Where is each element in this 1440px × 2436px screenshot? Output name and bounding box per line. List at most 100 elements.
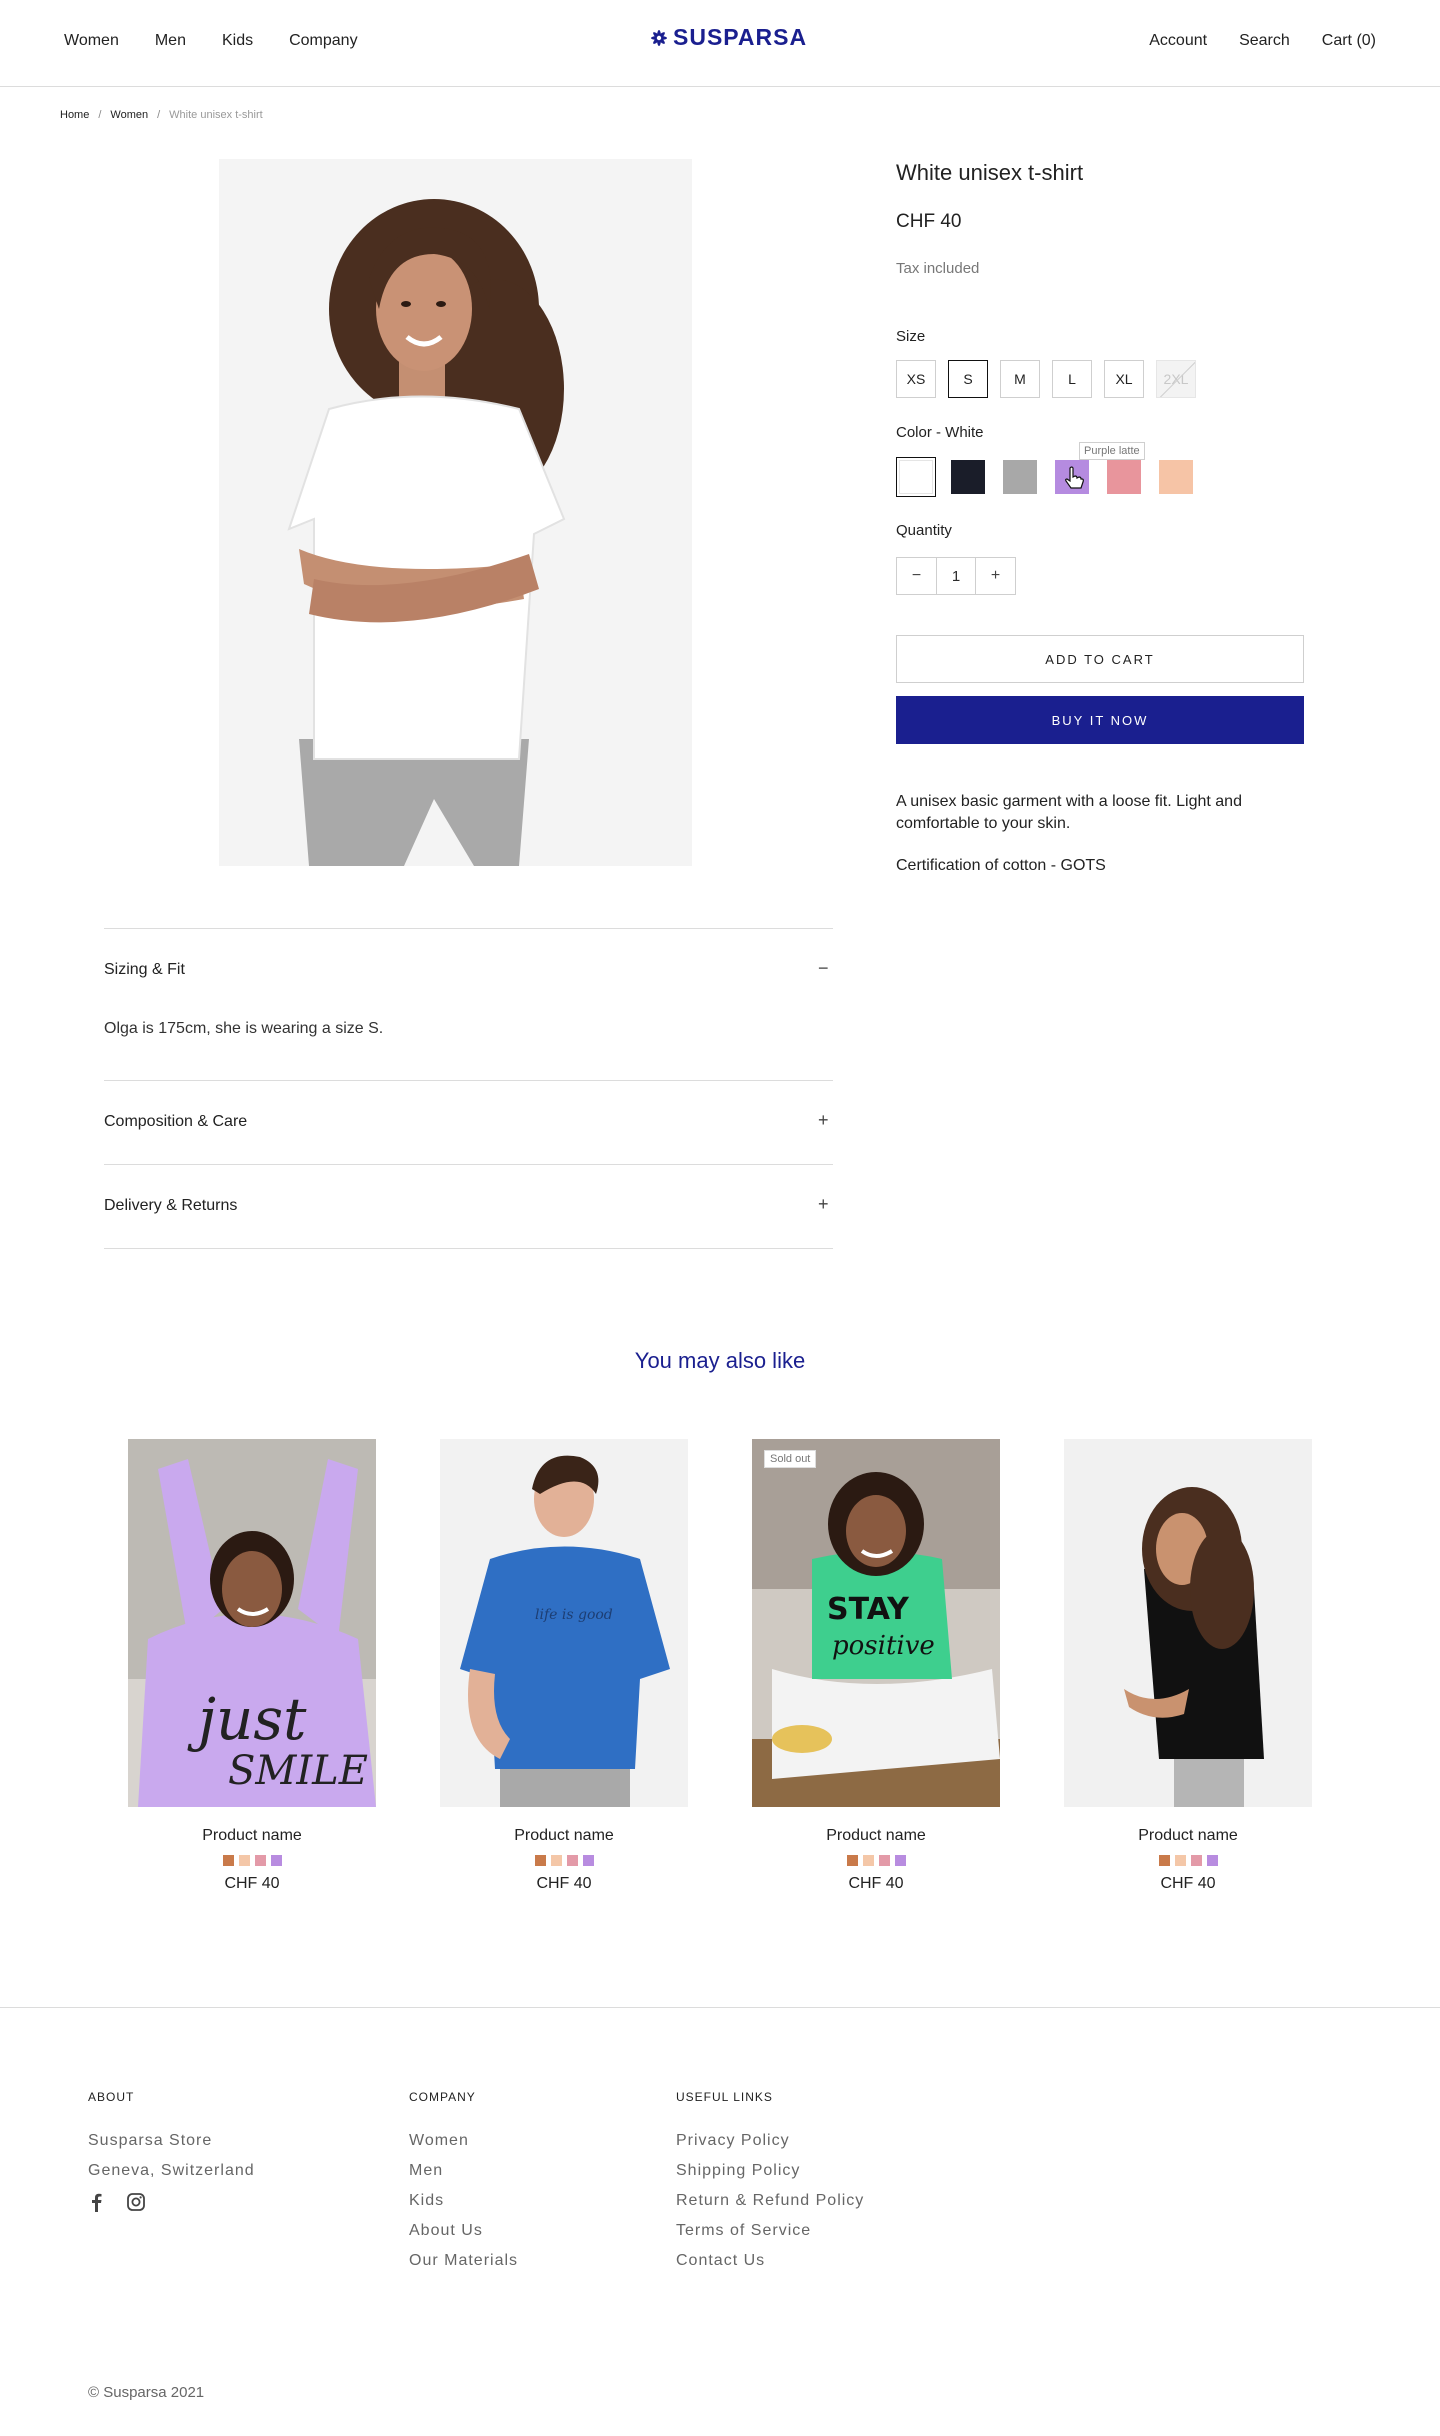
footer-divider: [0, 2007, 1440, 2008]
product-title: White unisex t-shirt: [896, 160, 1084, 185]
mini-color-swatch[interactable]: [534, 1855, 546, 1866]
color-swatch[interactable]: [1104, 457, 1144, 497]
mini-color-swatch[interactable]: [582, 1855, 594, 1866]
color-swatch[interactable]: [896, 457, 936, 497]
quantity-value[interactable]: 1: [936, 558, 976, 594]
product-card[interactable]: just SMILE Product name CHF 40: [128, 1439, 376, 1893]
cart-link[interactable]: Cart (0): [1322, 32, 1376, 50]
expand-plus-icon[interactable]: +: [818, 1194, 829, 1215]
decrease-quantity-button[interactable]: −: [897, 558, 936, 594]
color-swatch[interactable]: [948, 457, 988, 497]
mini-color-swatch[interactable]: [566, 1855, 578, 1866]
color-swatch[interactable]: [1156, 457, 1196, 497]
color-swatch-fill: [1107, 460, 1141, 494]
footer-link-contact[interactable]: Contact Us: [676, 2252, 864, 2270]
accordion-delivery-title[interactable]: Delivery & Returns: [104, 1197, 237, 1215]
mini-color-swatch[interactable]: [270, 1855, 282, 1866]
color-swatch-fill: [1003, 460, 1037, 494]
mini-color-swatch[interactable]: [1206, 1855, 1218, 1866]
product-certification: Certification of cotton - GOTS: [896, 857, 1106, 874]
facebook-icon[interactable]: [88, 2192, 104, 2212]
mini-color-swatch[interactable]: [1174, 1855, 1186, 1866]
footer-useful-heading: USEFUL LINKS: [676, 2090, 773, 2104]
product-card-name[interactable]: Product name: [1064, 1827, 1312, 1845]
svg-text:SMILE: SMILE: [228, 1748, 368, 1794]
mini-color-swatch[interactable]: [862, 1855, 874, 1866]
increase-quantity-button[interactable]: +: [976, 558, 1015, 594]
mini-color-swatch[interactable]: [846, 1855, 858, 1866]
breadcrumb-separator: /: [98, 109, 102, 121]
buy-now-button[interactable]: BUY IT NOW: [896, 696, 1304, 744]
size-option-2xl: 2XL: [1156, 360, 1196, 398]
size-option-s[interactable]: S: [948, 360, 988, 398]
product-description: A unisex basic garment with a loose fit.…: [896, 793, 1242, 832]
mini-color-swatch[interactable]: [222, 1855, 234, 1866]
product-card-image[interactable]: life is good: [440, 1439, 688, 1807]
mini-color-swatch[interactable]: [254, 1855, 266, 1866]
footer-about-heading: ABOUT: [88, 2090, 135, 2104]
product-card[interactable]: STAY positive Sold out Product name CHF …: [752, 1439, 1000, 1893]
quantity-label: Quantity: [896, 522, 952, 539]
footer-link-men[interactable]: Men: [409, 2162, 518, 2180]
color-selector: [896, 457, 1196, 497]
product-card-image[interactable]: STAY positive Sold out: [752, 1439, 1000, 1807]
footer-link-refund[interactable]: Return & Refund Policy: [676, 2192, 864, 2210]
instagram-icon[interactable]: [126, 2192, 146, 2212]
flower-logo-icon: [651, 29, 667, 46]
color-swatch-fill: [951, 460, 985, 494]
divider: [104, 1164, 833, 1165]
collapse-minus-icon[interactable]: −: [818, 958, 829, 979]
footer-link-women[interactable]: Women: [409, 2132, 518, 2150]
add-to-cart-button[interactable]: ADD TO CART: [896, 635, 1304, 683]
mini-color-swatch[interactable]: [238, 1855, 250, 1866]
svg-text:STAY: STAY: [827, 1592, 910, 1627]
brand-logo[interactable]: SUSPARSA: [648, 24, 807, 51]
mini-color-swatch[interactable]: [1158, 1855, 1170, 1866]
footer-link-our-materials[interactable]: Our Materials: [409, 2252, 518, 2270]
svg-text:positive: positive: [832, 1631, 935, 1661]
product-card-image[interactable]: [1064, 1439, 1312, 1807]
product-card-swatches: [752, 1855, 1000, 1866]
nav-men[interactable]: Men: [155, 32, 186, 50]
footer-useful-links: USEFUL LINKS Privacy Policy Shipping Pol…: [676, 2090, 864, 2282]
footer-link-about-us[interactable]: About Us: [409, 2222, 518, 2240]
product-card[interactable]: life is good Product name CHF 40: [440, 1439, 688, 1893]
color-swatch[interactable]: [1000, 457, 1040, 497]
footer-link-kids[interactable]: Kids: [409, 2192, 518, 2210]
size-option-xs[interactable]: XS: [896, 360, 936, 398]
product-card-price: CHF 40: [848, 1875, 904, 1892]
product-card-name[interactable]: Product name: [440, 1827, 688, 1845]
product-card[interactable]: Product name CHF 40: [1064, 1439, 1312, 1893]
breadcrumb-women[interactable]: Women: [110, 109, 148, 121]
accordion-composition-title[interactable]: Composition & Care: [104, 1113, 247, 1131]
nav-company[interactable]: Company: [289, 32, 357, 50]
brand-name: SUSPARSA: [673, 24, 808, 50]
search-link[interactable]: Search: [1239, 32, 1290, 50]
product-card-name[interactable]: Product name: [128, 1827, 376, 1845]
footer-location: Geneva, Switzerland: [88, 2162, 255, 2179]
footer-company: COMPANY Women Men Kids About Us Our Mate…: [409, 2090, 518, 2282]
mini-color-swatch[interactable]: [550, 1855, 562, 1866]
model-white-tshirt-image: [219, 159, 692, 866]
nav-kids[interactable]: Kids: [222, 32, 253, 50]
product-card-image[interactable]: just SMILE: [128, 1439, 376, 1807]
product-card-swatches: [1064, 1855, 1312, 1866]
mini-color-swatch[interactable]: [878, 1855, 890, 1866]
color-label: Color - White: [896, 424, 984, 441]
size-option-l[interactable]: L: [1052, 360, 1092, 398]
accordion-sizing-title[interactable]: Sizing & Fit: [104, 961, 185, 979]
footer-link-privacy[interactable]: Privacy Policy: [676, 2132, 864, 2150]
nav-women[interactable]: Women: [64, 32, 119, 50]
size-option-m[interactable]: M: [1000, 360, 1040, 398]
breadcrumb-home[interactable]: Home: [60, 109, 89, 121]
product-image[interactable]: [219, 159, 692, 866]
main-nav: Women Men Kids Company: [64, 32, 358, 50]
account-link[interactable]: Account: [1149, 32, 1207, 50]
size-option-xl[interactable]: XL: [1104, 360, 1144, 398]
expand-plus-icon[interactable]: +: [818, 1110, 829, 1131]
footer-link-terms[interactable]: Terms of Service: [676, 2222, 864, 2240]
footer-link-shipping[interactable]: Shipping Policy: [676, 2162, 864, 2180]
mini-color-swatch[interactable]: [894, 1855, 906, 1866]
product-card-name[interactable]: Product name: [752, 1827, 1000, 1845]
mini-color-swatch[interactable]: [1190, 1855, 1202, 1866]
